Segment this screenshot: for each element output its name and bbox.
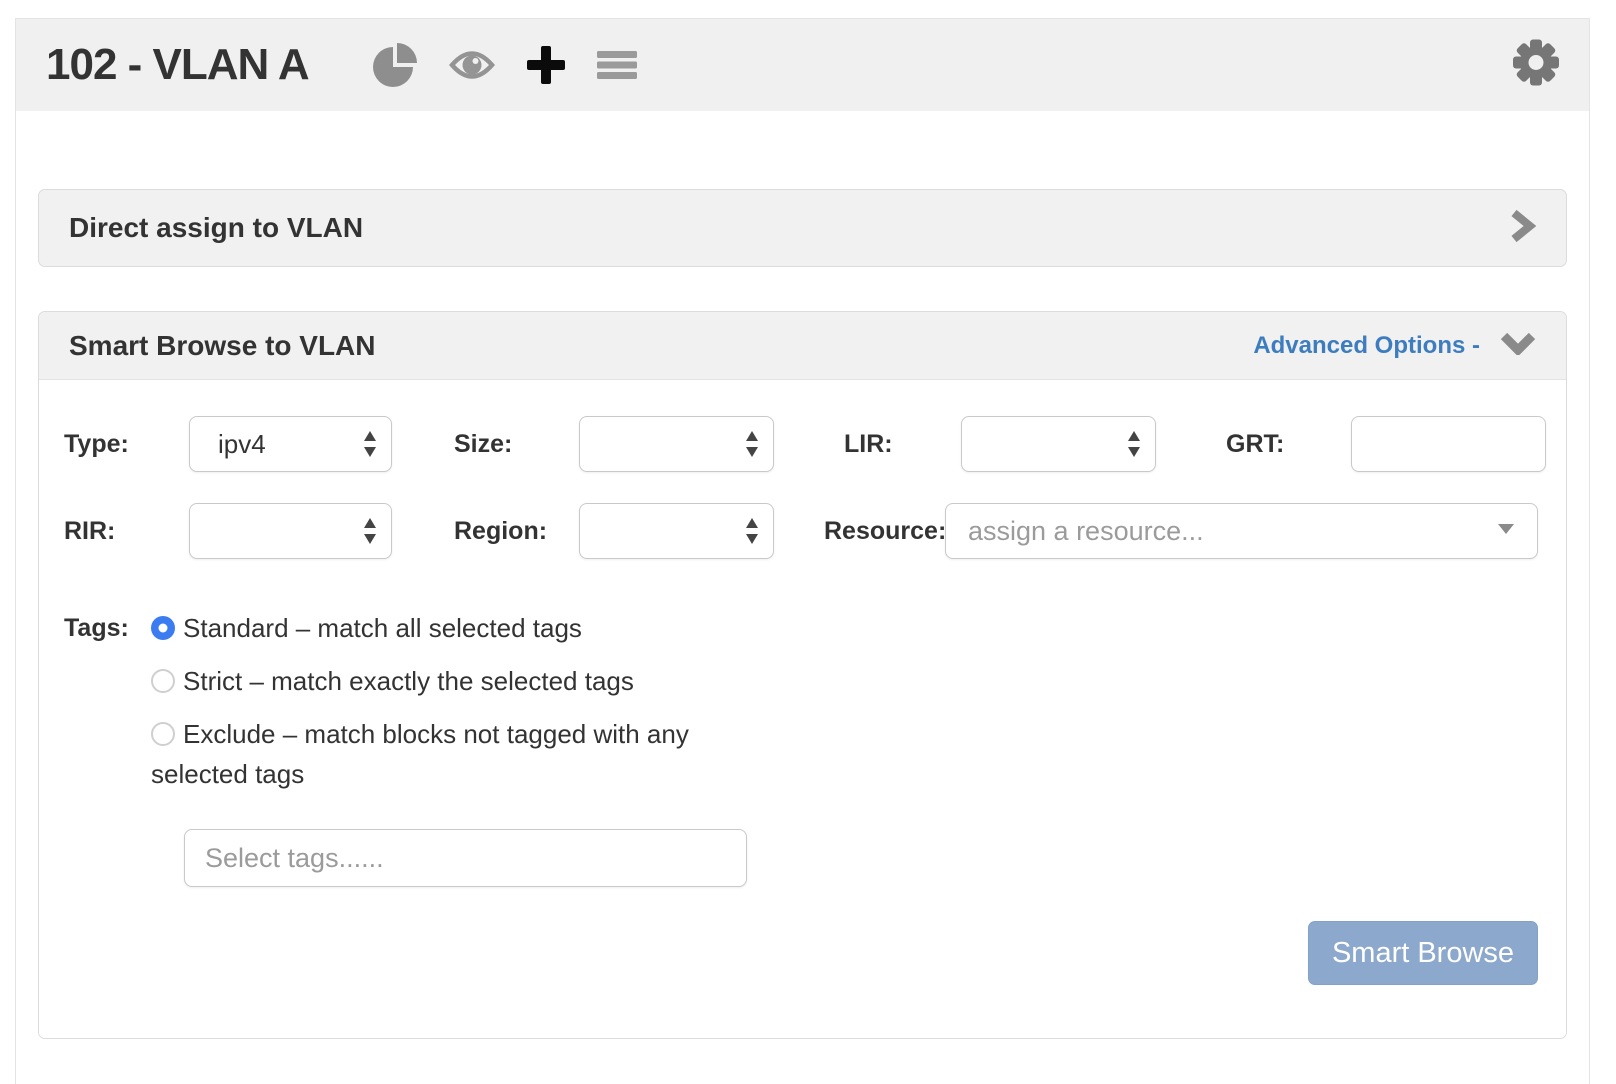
radio-label: Exclude – match blocks not tagged with a… — [151, 719, 689, 789]
smart-browse-panel: Smart Browse to VLAN Advanced Options - … — [38, 311, 1567, 1039]
eye-icon[interactable] — [449, 49, 495, 81]
radio-button[interactable] — [151, 669, 175, 693]
radio-button[interactable] — [151, 616, 175, 640]
size-label: Size: — [454, 416, 512, 472]
lir-label: LIR: — [844, 416, 893, 472]
chevron-right-icon[interactable] — [1510, 209, 1536, 248]
chevron-down-icon[interactable] — [1500, 331, 1536, 360]
resource-combobox[interactable] — [945, 503, 1538, 559]
select-stepper-icon — [745, 517, 759, 545]
region-select[interactable] — [579, 503, 774, 559]
page-title: 102 - VLAN A — [46, 40, 309, 90]
radio-label: Standard – match all selected tags — [183, 613, 582, 643]
gear-icon[interactable] — [1511, 38, 1561, 93]
select-tags-input[interactable] — [184, 829, 747, 887]
select-stepper-icon — [363, 517, 377, 545]
menu-icon[interactable] — [597, 51, 637, 79]
smart-browse-title: Smart Browse to VLAN — [69, 330, 376, 362]
grt-label: GRT: — [1226, 416, 1284, 472]
pie-chart-icon[interactable] — [373, 43, 417, 87]
tags-label: Tags: — [64, 606, 129, 650]
resource-label: Resource: — [824, 503, 946, 559]
vlan-detail-card: 102 - VLAN A — [15, 18, 1590, 1084]
region-label: Region: — [454, 503, 547, 559]
radio-label: Strict – match exactly the selected tags — [183, 666, 634, 696]
grt-input[interactable] — [1351, 416, 1546, 472]
advanced-options-link[interactable]: Advanced Options - — [1253, 332, 1480, 360]
lir-select[interactable] — [961, 416, 1156, 472]
vlan-header-bar: 102 - VLAN A — [16, 19, 1589, 111]
radio-button[interactable] — [151, 722, 175, 746]
rir-select[interactable] — [189, 503, 392, 559]
plus-icon[interactable] — [527, 46, 565, 84]
caret-down-icon — [1497, 522, 1515, 540]
tags-option-strict[interactable]: Strict – match exactly the selected tags — [151, 661, 703, 701]
tags-option-standard[interactable]: Standard – match all selected tags — [151, 608, 703, 648]
type-select-value: ipv4 — [190, 429, 363, 460]
type-label: Type: — [64, 416, 129, 472]
page: 102 - VLAN A — [0, 0, 1616, 1084]
smart-browse-panel-header: Smart Browse to VLAN Advanced Options - — [39, 312, 1566, 380]
smart-browse-button[interactable]: Smart Browse — [1308, 921, 1538, 985]
advanced-options: Advanced Options - — [1253, 331, 1536, 360]
size-select[interactable] — [579, 416, 774, 472]
direct-assign-panel-header[interactable]: Direct assign to VLAN — [38, 189, 1567, 267]
tags-match-mode-group: Standard – match all selected tags Stric… — [151, 608, 703, 807]
direct-assign-title: Direct assign to VLAN — [69, 212, 363, 244]
content-area: Direct assign to VLAN Smart Browse to VL… — [16, 189, 1589, 1039]
select-stepper-icon — [745, 430, 759, 458]
smart-browse-form: Type: ipv4 Size: — [39, 380, 1566, 1039]
tags-option-exclude[interactable]: Exclude – match blocks not tagged with a… — [151, 714, 703, 794]
rir-label: RIR: — [64, 503, 115, 559]
select-stepper-icon — [363, 430, 377, 458]
type-select[interactable]: ipv4 — [189, 416, 392, 472]
resource-input[interactable] — [946, 516, 1497, 547]
header-action-icons — [373, 43, 637, 87]
select-stepper-icon — [1127, 430, 1141, 458]
